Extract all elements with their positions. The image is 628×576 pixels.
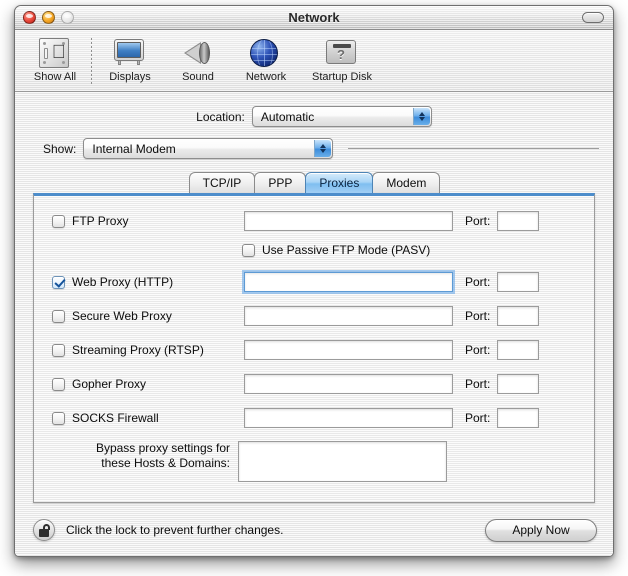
port-label: Port:: [465, 275, 491, 289]
streaming-proxy-checkbox[interactable]: [52, 343, 65, 357]
socks-firewall-checkbox[interactable]: [52, 411, 65, 425]
network-preferences-window: Network  Show All Di: [14, 5, 614, 557]
secure-web-proxy-port-input[interactable]: [497, 306, 540, 326]
toolbar-item-label: Sound: [182, 71, 214, 83]
lock-hint-text: Click the lock to prevent further change…: [66, 523, 284, 537]
passive-ftp-checkbox[interactable]: [242, 243, 255, 257]
proxies-tab-pane: FTP Proxy Port: Use Passive FTP Mode (PA…: [33, 193, 595, 503]
bypass-label-line1: Bypass proxy settings for: [95, 441, 230, 455]
tab-tcpip[interactable]: TCP/IP: [188, 172, 256, 193]
port-label: Port:: [465, 214, 491, 228]
show-all-icon: : [39, 37, 71, 69]
tab-bar: TCP/IP PPP Proxies Modem: [15, 172, 613, 193]
ftp-proxy-label: FTP Proxy: [72, 214, 129, 228]
ftp-proxy-port-input[interactable]: [497, 211, 540, 231]
gopher-proxy-label: Gopher Proxy: [72, 377, 147, 391]
gopher-proxy-port-input[interactable]: [497, 374, 540, 394]
chevron-updown-icon: [412, 108, 430, 125]
ftp-proxy-host-input[interactable]: [244, 211, 453, 231]
web-proxy-label: Web Proxy (HTTP): [72, 275, 174, 289]
toolbar-item-label: Network: [245, 71, 287, 83]
bypass-label-line2: these Hosts & Domains:: [101, 456, 230, 470]
window-titlebar: Network: [15, 6, 613, 30]
web-proxy-port-input[interactable]: [497, 272, 540, 292]
proxy-row-rtsp: Streaming Proxy (RTSP) Port:: [52, 339, 578, 361]
bypass-label: Bypass proxy settings for these Hosts & …: [52, 441, 238, 471]
network-globe-icon: [250, 37, 282, 69]
streaming-proxy-label: Streaming Proxy (RTSP): [72, 343, 204, 357]
preferences-footer: Click the lock to prevent further change…: [15, 504, 613, 556]
proxy-row-http: Web Proxy (HTTP) Port:: [52, 271, 578, 293]
port-label: Port:: [465, 411, 491, 425]
toolbar-item-startup-disk[interactable]: ? Startup Disk: [300, 35, 384, 83]
location-row: Location: Automatic: [15, 92, 613, 127]
secure-web-proxy-checkbox[interactable]: [52, 309, 65, 323]
show-row-divider: [348, 148, 599, 149]
proxy-row-ftp: FTP Proxy Port:: [52, 210, 578, 232]
window-title: Network: [288, 10, 340, 25]
toolbar-item-label: Displays: [109, 71, 151, 83]
socks-firewall-host-input[interactable]: [244, 408, 453, 428]
web-proxy-host-input[interactable]: [244, 272, 453, 292]
show-label: Show:: [43, 141, 77, 156]
toolbar-item-sound[interactable]: Sound: [164, 35, 232, 83]
secure-web-proxy-host-input[interactable]: [244, 306, 453, 326]
passive-ftp-row: Use Passive FTP Mode (PASV): [242, 240, 578, 260]
proxy-row-gopher: Gopher Proxy Port:: [52, 373, 578, 395]
tab-modem[interactable]: Modem: [372, 172, 441, 193]
port-label: Port:: [465, 343, 491, 357]
preferences-toolbar:  Show All Displays Sound: [15, 30, 613, 92]
bypass-row: Bypass proxy settings for these Hosts & …: [52, 441, 578, 482]
location-label: Location:: [196, 109, 245, 124]
toolbar-separator: [91, 38, 92, 86]
location-popup-value: Automatic: [260, 109, 315, 124]
tab-ppp[interactable]: PPP: [254, 172, 307, 193]
toolbar-toggle-icon[interactable]: [582, 12, 604, 23]
show-popup-value: Internal Modem: [92, 141, 176, 156]
chevron-updown-icon: [314, 140, 332, 157]
secure-web-proxy-label: Secure Web Proxy: [72, 309, 172, 323]
proxy-row-https: Secure Web Proxy Port:: [52, 305, 578, 327]
gopher-proxy-host-input[interactable]: [244, 374, 453, 394]
preferences-body: Location: Automatic Show: Internal Modem…: [15, 92, 613, 556]
gopher-proxy-checkbox[interactable]: [52, 377, 65, 391]
toolbar-item-displays[interactable]: Displays: [96, 35, 164, 83]
tab-proxies[interactable]: Proxies: [305, 172, 374, 193]
passive-ftp-label: Use Passive FTP Mode (PASV): [262, 243, 431, 257]
socks-firewall-port-input[interactable]: [497, 408, 540, 428]
streaming-proxy-port-input[interactable]: [497, 340, 540, 360]
ftp-proxy-checkbox[interactable]: [52, 214, 65, 228]
sound-icon: [182, 37, 214, 69]
streaming-proxy-host-input[interactable]: [244, 340, 453, 360]
startup-disk-icon: ?: [326, 37, 358, 69]
displays-icon: [114, 37, 146, 69]
toolbar-item-label: Startup Disk: [312, 71, 372, 83]
port-label: Port:: [465, 309, 491, 323]
show-popup-button[interactable]: Internal Modem: [83, 138, 334, 159]
port-label: Port:: [465, 377, 491, 391]
location-popup-button[interactable]: Automatic: [251, 106, 432, 127]
proxy-row-socks: SOCKS Firewall Port:: [52, 407, 578, 429]
apply-now-button[interactable]: Apply Now: [485, 518, 597, 542]
web-proxy-checkbox[interactable]: [52, 275, 65, 289]
bypass-hosts-input[interactable]: [238, 441, 447, 482]
toolbar-item-network[interactable]: Network: [232, 35, 300, 83]
lock-open-icon[interactable]: [33, 519, 55, 541]
toolbar-item-show-all[interactable]:  Show All: [21, 35, 89, 83]
toolbar-item-label: Show All: [33, 71, 77, 83]
show-row: Show: Internal Modem: [15, 127, 613, 159]
socks-firewall-label: SOCKS Firewall: [72, 411, 159, 425]
